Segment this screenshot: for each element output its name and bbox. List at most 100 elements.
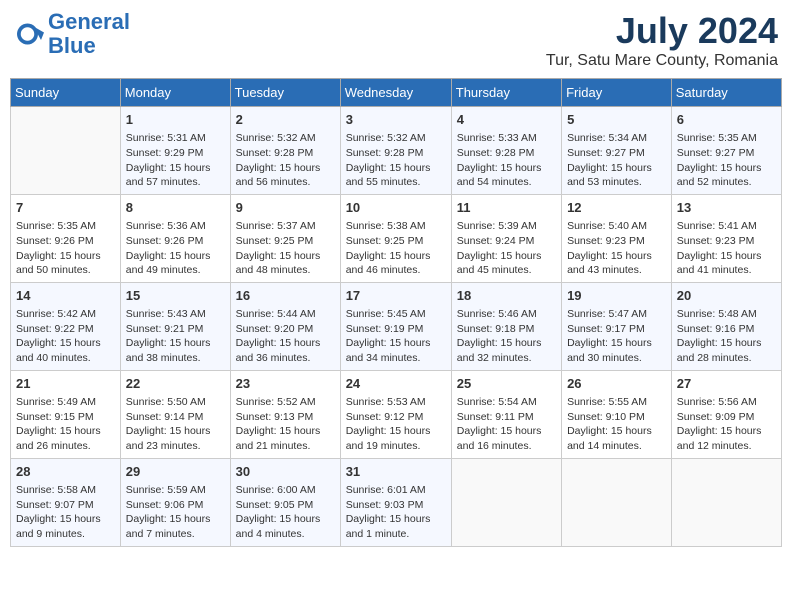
day-info: Sunrise: 5:46 AM Sunset: 9:18 PM Dayligh… xyxy=(457,308,542,364)
day-cell: 31Sunrise: 6:01 AM Sunset: 9:03 PM Dayli… xyxy=(340,458,451,546)
day-cell: 9Sunrise: 5:37 AM Sunset: 9:25 PM Daylig… xyxy=(230,194,340,282)
day-info: Sunrise: 5:59 AM Sunset: 9:06 PM Dayligh… xyxy=(126,484,211,540)
day-info: Sunrise: 5:35 AM Sunset: 9:26 PM Dayligh… xyxy=(16,220,101,276)
day-number: 27 xyxy=(677,375,776,393)
day-number: 3 xyxy=(346,111,446,129)
day-number: 24 xyxy=(346,375,446,393)
day-cell: 7 Sunrise: 5:35 AM Sunset: 9:26 PM Daylig… xyxy=(11,194,121,282)
day-number: 5 xyxy=(567,111,666,129)
header: General Blue July 2024 Tur, Satu Mare Co… xyxy=(10,10,782,70)
day-info: Sunrise: 5:49 AM Sunset: 9:15 PM Dayligh… xyxy=(16,396,101,452)
day-cell xyxy=(671,458,781,546)
header-row: SundayMondayTuesdayWednesdayThursdayFrid… xyxy=(11,79,782,107)
day-number: 12 xyxy=(567,199,666,217)
day-cell: 20 Sunrise: 5:48 AM Sunset: 9:16 PM Dayli… xyxy=(671,282,781,370)
day-info: Sunrise: 5:52 AM Sunset: 9:13 PM Dayligh… xyxy=(236,396,321,452)
day-cell: 26Sunrise: 5:55 AM Sunset: 9:10 PM Dayli… xyxy=(562,370,672,458)
day-cell: 5 Sunrise: 5:34 AM Sunset: 9:27 PM Daylig… xyxy=(562,107,672,195)
logo-icon xyxy=(14,19,44,49)
day-cell: 14 Sunrise: 5:42 AM Sunset: 9:22 PM Dayli… xyxy=(11,282,121,370)
day-info: Sunrise: 5:56 AM Sunset: 9:09 PM Dayligh… xyxy=(677,396,762,452)
header-cell-thursday: Thursday xyxy=(451,79,561,107)
day-number: 23 xyxy=(236,375,335,393)
day-number: 16 xyxy=(236,287,335,305)
week-row-4: 21 Sunrise: 5:49 AM Sunset: 9:15 PM Dayli… xyxy=(11,370,782,458)
day-number: 1 xyxy=(126,111,225,129)
day-info: Sunrise: 5:48 AM Sunset: 9:16 PM Dayligh… xyxy=(677,308,762,364)
day-cell: 4 Sunrise: 5:33 AM Sunset: 9:28 PM Daylig… xyxy=(451,107,561,195)
day-number: 7 xyxy=(16,199,115,217)
day-number: 29 xyxy=(126,463,225,481)
day-number: 15 xyxy=(126,287,225,305)
location-title: Tur, Satu Mare County, Romania xyxy=(546,52,778,70)
day-cell: 21 Sunrise: 5:49 AM Sunset: 9:15 PM Dayli… xyxy=(11,370,121,458)
week-row-5: 28 Sunrise: 5:58 AM Sunset: 9:07 PM Dayli… xyxy=(11,458,782,546)
day-info: Sunrise: 5:50 AM Sunset: 9:14 PM Dayligh… xyxy=(126,396,211,452)
day-number: 10 xyxy=(346,199,446,217)
day-info: Sunrise: 5:31 AM Sunset: 9:29 PM Dayligh… xyxy=(126,132,211,188)
day-cell xyxy=(562,458,672,546)
day-number: 20 xyxy=(677,287,776,305)
day-number: 30 xyxy=(236,463,335,481)
day-cell: 22 Sunrise: 5:50 AM Sunset: 9:14 PM Dayli… xyxy=(120,370,230,458)
day-number: 2 xyxy=(236,111,335,129)
day-info: Sunrise: 5:35 AM Sunset: 9:27 PM Dayligh… xyxy=(677,132,762,188)
day-cell: 28 Sunrise: 5:58 AM Sunset: 9:07 PM Dayli… xyxy=(11,458,121,546)
day-info: Sunrise: 5:53 AM Sunset: 9:12 PM Dayligh… xyxy=(346,396,431,452)
header-cell-friday: Friday xyxy=(562,79,672,107)
day-cell: 27 Sunrise: 5:56 AM Sunset: 9:09 PM Dayli… xyxy=(671,370,781,458)
day-info: Sunrise: 5:43 AM Sunset: 9:21 PM Dayligh… xyxy=(126,308,211,364)
week-row-2: 7 Sunrise: 5:35 AM Sunset: 9:26 PM Daylig… xyxy=(11,194,782,282)
logo-line2: Blue xyxy=(48,33,96,58)
logo: General Blue xyxy=(14,10,130,58)
day-info: Sunrise: 5:58 AM Sunset: 9:07 PM Dayligh… xyxy=(16,484,101,540)
day-cell: 29 Sunrise: 5:59 AM Sunset: 9:06 PM Dayli… xyxy=(120,458,230,546)
week-row-3: 14 Sunrise: 5:42 AM Sunset: 9:22 PM Dayli… xyxy=(11,282,782,370)
day-number: 19 xyxy=(567,287,666,305)
day-cell: 11Sunrise: 5:39 AM Sunset: 9:24 PM Dayli… xyxy=(451,194,561,282)
day-info: Sunrise: 5:55 AM Sunset: 9:10 PM Dayligh… xyxy=(567,396,652,452)
day-info: Sunrise: 5:40 AM Sunset: 9:23 PM Dayligh… xyxy=(567,220,652,276)
day-cell: 8Sunrise: 5:36 AM Sunset: 9:26 PM Daylig… xyxy=(120,194,230,282)
day-number: 14 xyxy=(16,287,115,305)
title-area: July 2024 Tur, Satu Mare County, Romania xyxy=(546,10,778,70)
day-info: Sunrise: 5:39 AM Sunset: 9:24 PM Dayligh… xyxy=(457,220,542,276)
day-cell: 6Sunrise: 5:35 AM Sunset: 9:27 PM Daylig… xyxy=(671,107,781,195)
day-cell: 19 Sunrise: 5:47 AM Sunset: 9:17 PM Dayli… xyxy=(562,282,672,370)
day-cell: 3 Sunrise: 5:32 AM Sunset: 9:28 PM Daylig… xyxy=(340,107,451,195)
day-info: Sunrise: 5:47 AM Sunset: 9:17 PM Dayligh… xyxy=(567,308,652,364)
day-cell: 17Sunrise: 5:45 AM Sunset: 9:19 PM Dayli… xyxy=(340,282,451,370)
month-title: July 2024 xyxy=(546,10,778,52)
day-info: Sunrise: 5:37 AM Sunset: 9:25 PM Dayligh… xyxy=(236,220,321,276)
header-cell-monday: Monday xyxy=(120,79,230,107)
day-number: 31 xyxy=(346,463,446,481)
header-cell-saturday: Saturday xyxy=(671,79,781,107)
day-number: 18 xyxy=(457,287,556,305)
day-info: Sunrise: 5:33 AM Sunset: 9:28 PM Dayligh… xyxy=(457,132,542,188)
logo-line1: General xyxy=(48,9,130,34)
day-number: 4 xyxy=(457,111,556,129)
day-cell xyxy=(451,458,561,546)
day-info: Sunrise: 5:54 AM Sunset: 9:11 PM Dayligh… xyxy=(457,396,542,452)
day-cell: 25Sunrise: 5:54 AM Sunset: 9:11 PM Dayli… xyxy=(451,370,561,458)
day-cell: 24 Sunrise: 5:53 AM Sunset: 9:12 PM Dayli… xyxy=(340,370,451,458)
day-info: Sunrise: 5:32 AM Sunset: 9:28 PM Dayligh… xyxy=(236,132,321,188)
week-row-1: 1 Sunrise: 5:31 AM Sunset: 9:29 PM Daylig… xyxy=(11,107,782,195)
header-cell-sunday: Sunday xyxy=(11,79,121,107)
day-info: Sunrise: 6:00 AM Sunset: 9:05 PM Dayligh… xyxy=(236,484,321,540)
day-info: Sunrise: 5:34 AM Sunset: 9:27 PM Dayligh… xyxy=(567,132,652,188)
header-cell-wednesday: Wednesday xyxy=(340,79,451,107)
calendar-table: SundayMondayTuesdayWednesdayThursdayFrid… xyxy=(10,78,782,547)
day-cell: 18 Sunrise: 5:46 AM Sunset: 9:18 PM Dayli… xyxy=(451,282,561,370)
day-number: 17 xyxy=(346,287,446,305)
day-info: Sunrise: 5:32 AM Sunset: 9:28 PM Dayligh… xyxy=(346,132,431,188)
day-cell: 10 Sunrise: 5:38 AM Sunset: 9:25 PM Dayli… xyxy=(340,194,451,282)
day-info: Sunrise: 5:38 AM Sunset: 9:25 PM Dayligh… xyxy=(346,220,431,276)
day-number: 28 xyxy=(16,463,115,481)
day-info: Sunrise: 5:42 AM Sunset: 9:22 PM Dayligh… xyxy=(16,308,101,364)
day-cell: 13Sunrise: 5:41 AM Sunset: 9:23 PM Dayli… xyxy=(671,194,781,282)
day-info: Sunrise: 5:36 AM Sunset: 9:26 PM Dayligh… xyxy=(126,220,211,276)
day-cell: 2 Sunrise: 5:32 AM Sunset: 9:28 PM Daylig… xyxy=(230,107,340,195)
day-number: 21 xyxy=(16,375,115,393)
day-number: 22 xyxy=(126,375,225,393)
